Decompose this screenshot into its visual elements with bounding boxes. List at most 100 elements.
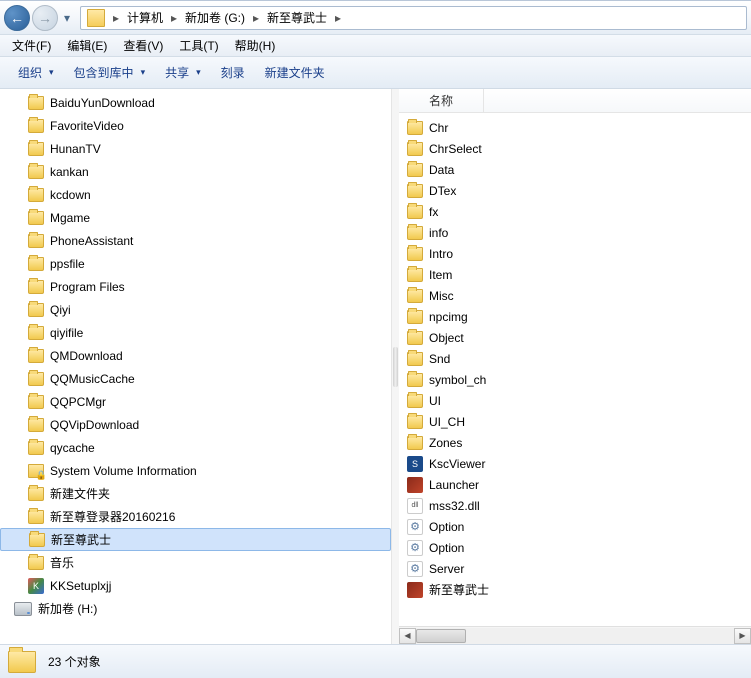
list-item[interactable]: UI [399,390,751,411]
list-item[interactable]: SKscViewer [399,453,751,474]
list-item-label: info [429,226,448,240]
folder-icon [28,257,44,271]
tree-item[interactable]: qiyifile [0,321,391,344]
tree-item-label: QQPCMgr [50,395,106,409]
folder-icon [407,184,423,198]
tree-item[interactable]: QQPCMgr [0,390,391,413]
pane-splitter[interactable] [392,89,399,644]
list-item[interactable]: 新至尊武士 [399,579,751,600]
scroll-left-button[interactable]: ◀ [399,628,416,644]
breadcrumb-folder[interactable]: 新至尊武士 [263,7,331,29]
folder-tree[interactable]: BaiduYunDownloadFavoriteVideoHunanTV kank… [0,89,392,644]
toolbar-button[interactable]: 包含到库中 [64,61,156,85]
tree-item[interactable]: 新至尊登录器20160216 [0,505,391,528]
tree-item-label: 新加卷 (H:) [38,600,97,617]
list-item[interactable]: Chr [399,117,751,138]
tree-item[interactable]: HunanTV [0,137,391,160]
tree-item[interactable]: 音乐 [0,551,391,574]
folder-icon [28,96,44,110]
list-item[interactable]: Snd [399,348,751,369]
list-item[interactable]: npcimg [399,306,751,327]
tree-item[interactable]: 新建文件夹 [0,482,391,505]
breadcrumb-drive[interactable]: 新加卷 (G:) [181,7,249,29]
list-item-label: Intro [429,247,453,261]
chevron-right-icon[interactable]: ▸ [249,7,263,29]
list-item[interactable]: Option [399,537,751,558]
list-item[interactable]: Option [399,516,751,537]
folder-icon [28,349,44,363]
column-name[interactable]: 名称 [399,89,484,112]
list-item[interactable]: Server [399,558,751,579]
folder-icon [407,247,423,261]
scroll-track[interactable] [416,628,734,644]
list-item[interactable]: info [399,222,751,243]
breadcrumb-computer[interactable]: 计算机 [123,7,167,29]
tree-item-label: 新至尊武士 [51,531,111,548]
file-list[interactable]: ChrChrSelectDataDTexfx info Intro ItemMisc n… [399,113,751,626]
list-item-label: npcimg [429,310,468,324]
menu-item[interactable]: 查看(V) [115,36,171,56]
menu-item[interactable]: 文件(F) [4,36,59,56]
list-item[interactable]: Zones [399,432,751,453]
list-item[interactable]: Intro [399,243,751,264]
tree-item[interactable]: QQMusicCache [0,367,391,390]
tree-item[interactable]: 新至尊武士 [0,528,391,551]
tree-item[interactable]: kankan [0,160,391,183]
history-dropdown[interactable]: ▾ [60,8,74,28]
chevron-right-icon[interactable]: ▸ [167,7,181,29]
tree-item[interactable]: QQVipDownload [0,413,391,436]
tree-item[interactable]: kcdown [0,183,391,206]
menu-item[interactable]: 工具(T) [171,36,226,56]
list-item[interactable]: Misc [399,285,751,306]
tree-item[interactable]: FavoriteVideo [0,114,391,137]
toolbar-button[interactable]: 组织 [8,61,64,85]
list-item[interactable]: symbol_ch [399,369,751,390]
list-item[interactable]: DTex [399,180,751,201]
tree-item[interactable]: KKKSetuplxjj [0,574,391,597]
folder-icon [28,326,44,340]
tree-item[interactable]: ppsfile [0,252,391,275]
tree-item[interactable]: 新加卷 (H:) [0,597,391,620]
list-item[interactable]: Data [399,159,751,180]
tree-item[interactable]: System Volume Information [0,459,391,482]
tree-item[interactable]: BaiduYunDownload [0,91,391,114]
menu-item[interactable]: 编辑(E) [59,36,115,56]
list-item[interactable]: Launcher [399,474,751,495]
chevron-right-icon[interactable]: ▸ [331,7,345,29]
list-header: 名称 [399,89,751,113]
scroll-right-button[interactable]: ▶ [734,628,751,644]
tree-item-label: kankan [50,165,89,179]
folder-icon [407,436,423,450]
menu-item[interactable]: 帮助(H) [227,36,284,56]
list-item[interactable]: UI_CH [399,411,751,432]
tree-item[interactable]: Program Files [0,275,391,298]
address-bar[interactable]: ▸ 计算机 ▸ 新加卷 (G:) ▸ 新至尊武士 ▸ [80,6,747,30]
list-item[interactable]: dllmss32.dll [399,495,751,516]
tree-item[interactable]: qycache [0,436,391,459]
tree-item[interactable]: Qiyi [0,298,391,321]
horizontal-scrollbar[interactable]: ◀ ▶ [399,626,751,644]
list-item[interactable]: Object [399,327,751,348]
splitter-grip [393,347,398,387]
tree-item[interactable]: Mgame [0,206,391,229]
tree-item-label: qiyifile [50,326,83,340]
list-item[interactable]: ChrSelect [399,138,751,159]
nav-bar: ← → ▾ ▸ 计算机 ▸ 新加卷 (G:) ▸ 新至尊武士 ▸ [0,1,751,35]
tree-item[interactable]: PhoneAssistant [0,229,391,252]
list-item-label: KscViewer [429,457,485,471]
menu-bar: 文件(F)编辑(E)查看(V)工具(T)帮助(H) [0,35,751,57]
list-item-label: mss32.dll [429,499,480,513]
tree-item[interactable]: QMDownload [0,344,391,367]
toolbar-button[interactable]: 刻录 [211,61,255,85]
tree-item-label: PhoneAssistant [50,234,133,248]
forward-button[interactable]: → [32,5,58,31]
tree-item-label: 音乐 [50,554,74,571]
scroll-thumb[interactable] [416,629,466,643]
list-item[interactable]: fx [399,201,751,222]
root-dropdown[interactable]: ▸ [109,7,123,29]
back-button[interactable]: ← [4,5,30,31]
toolbar-button[interactable]: 新建文件夹 [255,61,335,85]
tree-item-label: 新至尊登录器20160216 [50,508,175,525]
toolbar-button[interactable]: 共享 [155,61,211,85]
list-item[interactable]: Item [399,264,751,285]
